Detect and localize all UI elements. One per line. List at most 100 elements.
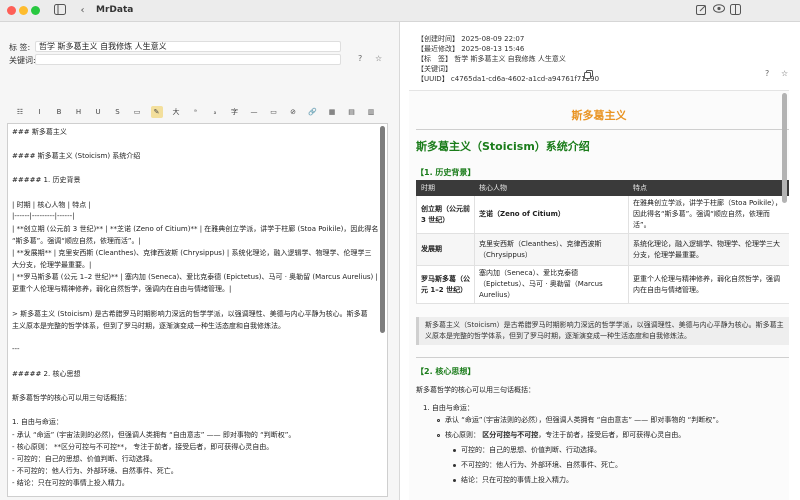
editor-line[interactable]: ##### 1. 历史背景 — [12, 175, 80, 185]
eye-icon[interactable] — [712, 4, 725, 17]
divider — [416, 357, 789, 358]
list-item-freedom: 1. 自由与命运： — [423, 404, 474, 412]
box-button[interactable]: ▭ — [131, 106, 143, 118]
star-icon[interactable]: ☆ — [375, 54, 382, 63]
editor-line[interactable]: |------|---------|------| — [12, 212, 74, 220]
zoom-window-button[interactable] — [31, 6, 40, 15]
editor-line[interactable]: - 承认 “命运” (宇宙法则的必然)，但强调人类拥有 “自由意志” —— 即对… — [12, 430, 295, 440]
preview-star-icon[interactable]: ☆ — [781, 69, 788, 78]
image-button[interactable]: ▥ — [365, 106, 377, 118]
editor-line[interactable]: - 不可控的：他人行为、外部环境、自然事件、死亡。 — [12, 466, 178, 476]
font-button[interactable]: 字 — [229, 106, 241, 118]
sub-item-rest: ，专注于前者，接受后者，即可获得心灵自由。 — [538, 431, 686, 439]
edit-icon[interactable] — [695, 4, 708, 17]
editor-line[interactable]: - 结论：只在可控的事情上投入精力。 — [12, 478, 129, 488]
history-table: 时期 核心人物 特点 创立期（公元前 3 世纪） 芝诺（Zeno of Citi… — [416, 180, 789, 304]
code-button[interactable]: ▭ — [268, 106, 280, 118]
markdown-editor[interactable]: ### 斯多葛主义 #### 斯多葛主义 (Stoicism) 系统介绍 #####… — [7, 123, 388, 497]
meta-modified: 【最近修改】 2025-08-13 15:46 — [417, 45, 525, 53]
tags-label: 标 签: — [9, 43, 31, 52]
editor-line[interactable]: 大分支，伦理学最重要。| — [12, 260, 91, 270]
clear-format-button[interactable]: ⊘ — [287, 106, 299, 118]
editor-line[interactable]: | **创立期 (公元前 3 世纪)** | **芝诺 (Zeno of Cit… — [12, 224, 378, 234]
table-cell: 在雅典创立学派，讲学于柱廊（Stoa Poikile），因此得名“斯多葛”。强调… — [627, 195, 789, 234]
italic-button[interactable]: I — [34, 106, 46, 118]
heading-button[interactable]: H — [73, 106, 85, 118]
list-item: 核心原则： 区分可控与不可控，专注于前者，接受后者，即可获得心灵自由。 — [437, 430, 685, 440]
table-row: 创立期（公元前 3 世纪） 芝诺（Zeno of Citium） 在雅典创立学派… — [416, 195, 789, 234]
superscript-button[interactable]: ᵃ — [190, 106, 202, 118]
bullet-icon — [453, 448, 456, 452]
bullet-icon — [437, 433, 440, 437]
meta-tags: 【标 签】 哲学 斯多葛主义 自我修炼 人生意义 — [417, 55, 566, 63]
editor-line[interactable]: “斯多葛”。强调“顺应自然，依理而活”。| — [12, 236, 141, 246]
sub-sub-item: 结论：只在可控的事情上投入精力。 — [461, 476, 573, 484]
editor-line[interactable]: ##### 2. 核心思想 — [12, 369, 80, 379]
editor-pane: 标 签: 哲学 斯多葛主义 自我修炼 人生意义 关键词: ? ☆ ☷ I B H U S ▭… — [0, 22, 400, 500]
underline-button[interactable]: U — [92, 106, 104, 118]
editor-line[interactable]: 斯多葛哲学的核心可以用三句话概括： — [12, 393, 131, 403]
font-size-button[interactable]: 大 — [170, 106, 182, 118]
table-cell: 塞内加（Seneca）、爱比克泰德（Epictetus）、马可 · 奥勒留（Ma… — [474, 265, 629, 304]
list-item: 可控的：自己的思想、价值判断、行动选择。 — [453, 445, 601, 455]
editor-line[interactable]: > 斯多葛主义 (Stoicism) 是古希腊罗马时期影响力深远的哲学学派，以强… — [12, 309, 368, 319]
tags-field[interactable]: 哲学 斯多葛主义 自我修炼 人生意义 — [35, 41, 341, 52]
preview-help-button[interactable]: ? — [765, 69, 769, 78]
back-chevron-icon[interactable]: ‹ — [76, 4, 89, 17]
editor-line[interactable]: | 时期 | 核心人物 | 特点 | — [12, 200, 91, 210]
preview-scrollbar[interactable] — [782, 93, 787, 203]
keywords-field[interactable] — [35, 54, 341, 65]
editor-line[interactable]: 更重个人伦理与精神修养，弱化自然哲学，强调内在自由与情绪管理。| — [12, 284, 231, 294]
hr-button[interactable]: — — [248, 106, 260, 118]
sub-sub-item: 不可控的：他人行为、外部环境、自然事件、死亡。 — [461, 461, 622, 469]
rendered-preview: 斯多葛主义 斯多葛主义（Stoicism）系统介绍 【1. 历史背景】 时期 核… — [409, 90, 789, 500]
keywords-label: 关键词: — [9, 56, 36, 65]
table-row: 罗马斯多葛（公元 1–2 世纪） 塞内加（Seneca）、爱比克泰德（Epict… — [416, 265, 789, 304]
preview-pane: 【创建时间】 2025-08-09 22:07 【最近修改】 2025-08-1… — [401, 22, 800, 500]
link-icon[interactable]: 🔗 — [307, 106, 319, 118]
list-item: 不可控的：他人行为、外部环境、自然事件、死亡。 — [453, 460, 622, 470]
format-toolbar: ☷ I B H U S ▭ ✎ 大 ᵃ ₐ 字 — ▭ ⊘ 🔗 ▦ ▤ ▥ — [14, 106, 386, 120]
table-header: 时期 — [416, 180, 475, 196]
meta-keywords: 【关键词】 — [417, 65, 452, 73]
title-bar: ‹ MrData — [0, 0, 800, 22]
highlight-button[interactable]: ✎ — [150, 106, 163, 118]
sub-sub-item: 可控的：自己的思想、价值判断、行动选择。 — [461, 446, 601, 454]
minimize-window-button[interactable] — [19, 6, 28, 15]
table-cell: 创立期（公元前 3 世纪） — [416, 195, 475, 234]
copy-icon[interactable] — [583, 70, 593, 80]
editor-line[interactable]: ### 斯多葛主义 — [12, 127, 67, 137]
editor-line[interactable]: 主义原本是完整的哲学体系，但到了罗马时期，逐渐演变成一种生活态度和自我修炼法。 — [12, 321, 285, 331]
editor-line[interactable]: --- — [12, 345, 20, 353]
preview-heading: 斯多葛主义（Stoicism）系统介绍 — [416, 140, 590, 153]
editor-line[interactable]: #### 斯多葛主义 (Stoicism) 系统介绍 — [12, 151, 140, 161]
close-window-button[interactable] — [7, 6, 16, 15]
sidebar-toggle-icon[interactable] — [53, 4, 66, 17]
table-cell: 芝诺（Zeno of Citium） — [474, 195, 629, 234]
table-header: 特点 — [627, 180, 789, 196]
table-alt-button[interactable]: ▤ — [346, 106, 358, 118]
strikethrough-button[interactable]: S — [112, 106, 124, 118]
blockquote: 斯多葛主义（Stoicism）是古希腊罗马时期影响力深远的哲学学派，以强调理性、… — [416, 317, 789, 345]
editor-scrollbar[interactable] — [380, 126, 385, 333]
bullet-icon — [437, 418, 440, 422]
divider — [416, 129, 789, 130]
section-core-heading: 【2. 核心思想】 — [416, 367, 476, 376]
sub-item-text: 承认 “命运”（宇宙法则的必然），但强调人类拥有 “自由意志” —— 即对事物的… — [445, 416, 723, 424]
editor-line[interactable]: - 可控的：自己的思想、价值判断、行动选择。 — [12, 454, 157, 464]
bold-button[interactable]: B — [53, 106, 65, 118]
list-icon[interactable]: ☷ — [14, 106, 26, 118]
editor-line[interactable]: - 核心原则： **区分可控与不可控**， 专注于前者，接受后者，即可获得心灵自… — [12, 442, 273, 452]
split-view-icon[interactable] — [729, 4, 742, 17]
meta-uuid: 【UUID】 c4765da1-cd6a-4602-a1cd-a94761f71… — [417, 75, 600, 83]
editor-line[interactable]: | **罗马斯多葛 (公元 1–2 世纪)** | 塞内加 (Seneca)、爱… — [12, 272, 378, 282]
intro-text: 斯多葛哲学的核心可以用三句话概括： — [416, 386, 535, 394]
table-button[interactable]: ▦ — [326, 106, 338, 118]
sub-item-bold: 区分可控与不可控 — [482, 431, 539, 439]
section-history-heading: 【1. 历史背景】 — [416, 168, 476, 177]
editor-line[interactable]: | **发展期** | 克里安西斯 (Cleanthes)、克律西波斯 (Chr… — [12, 248, 371, 258]
editor-line[interactable]: 1. 自由与命运： — [12, 417, 63, 427]
help-button[interactable]: ? — [358, 54, 362, 63]
subscript-button[interactable]: ₐ — [209, 106, 221, 118]
preview-title: 斯多葛主义 — [571, 109, 627, 122]
